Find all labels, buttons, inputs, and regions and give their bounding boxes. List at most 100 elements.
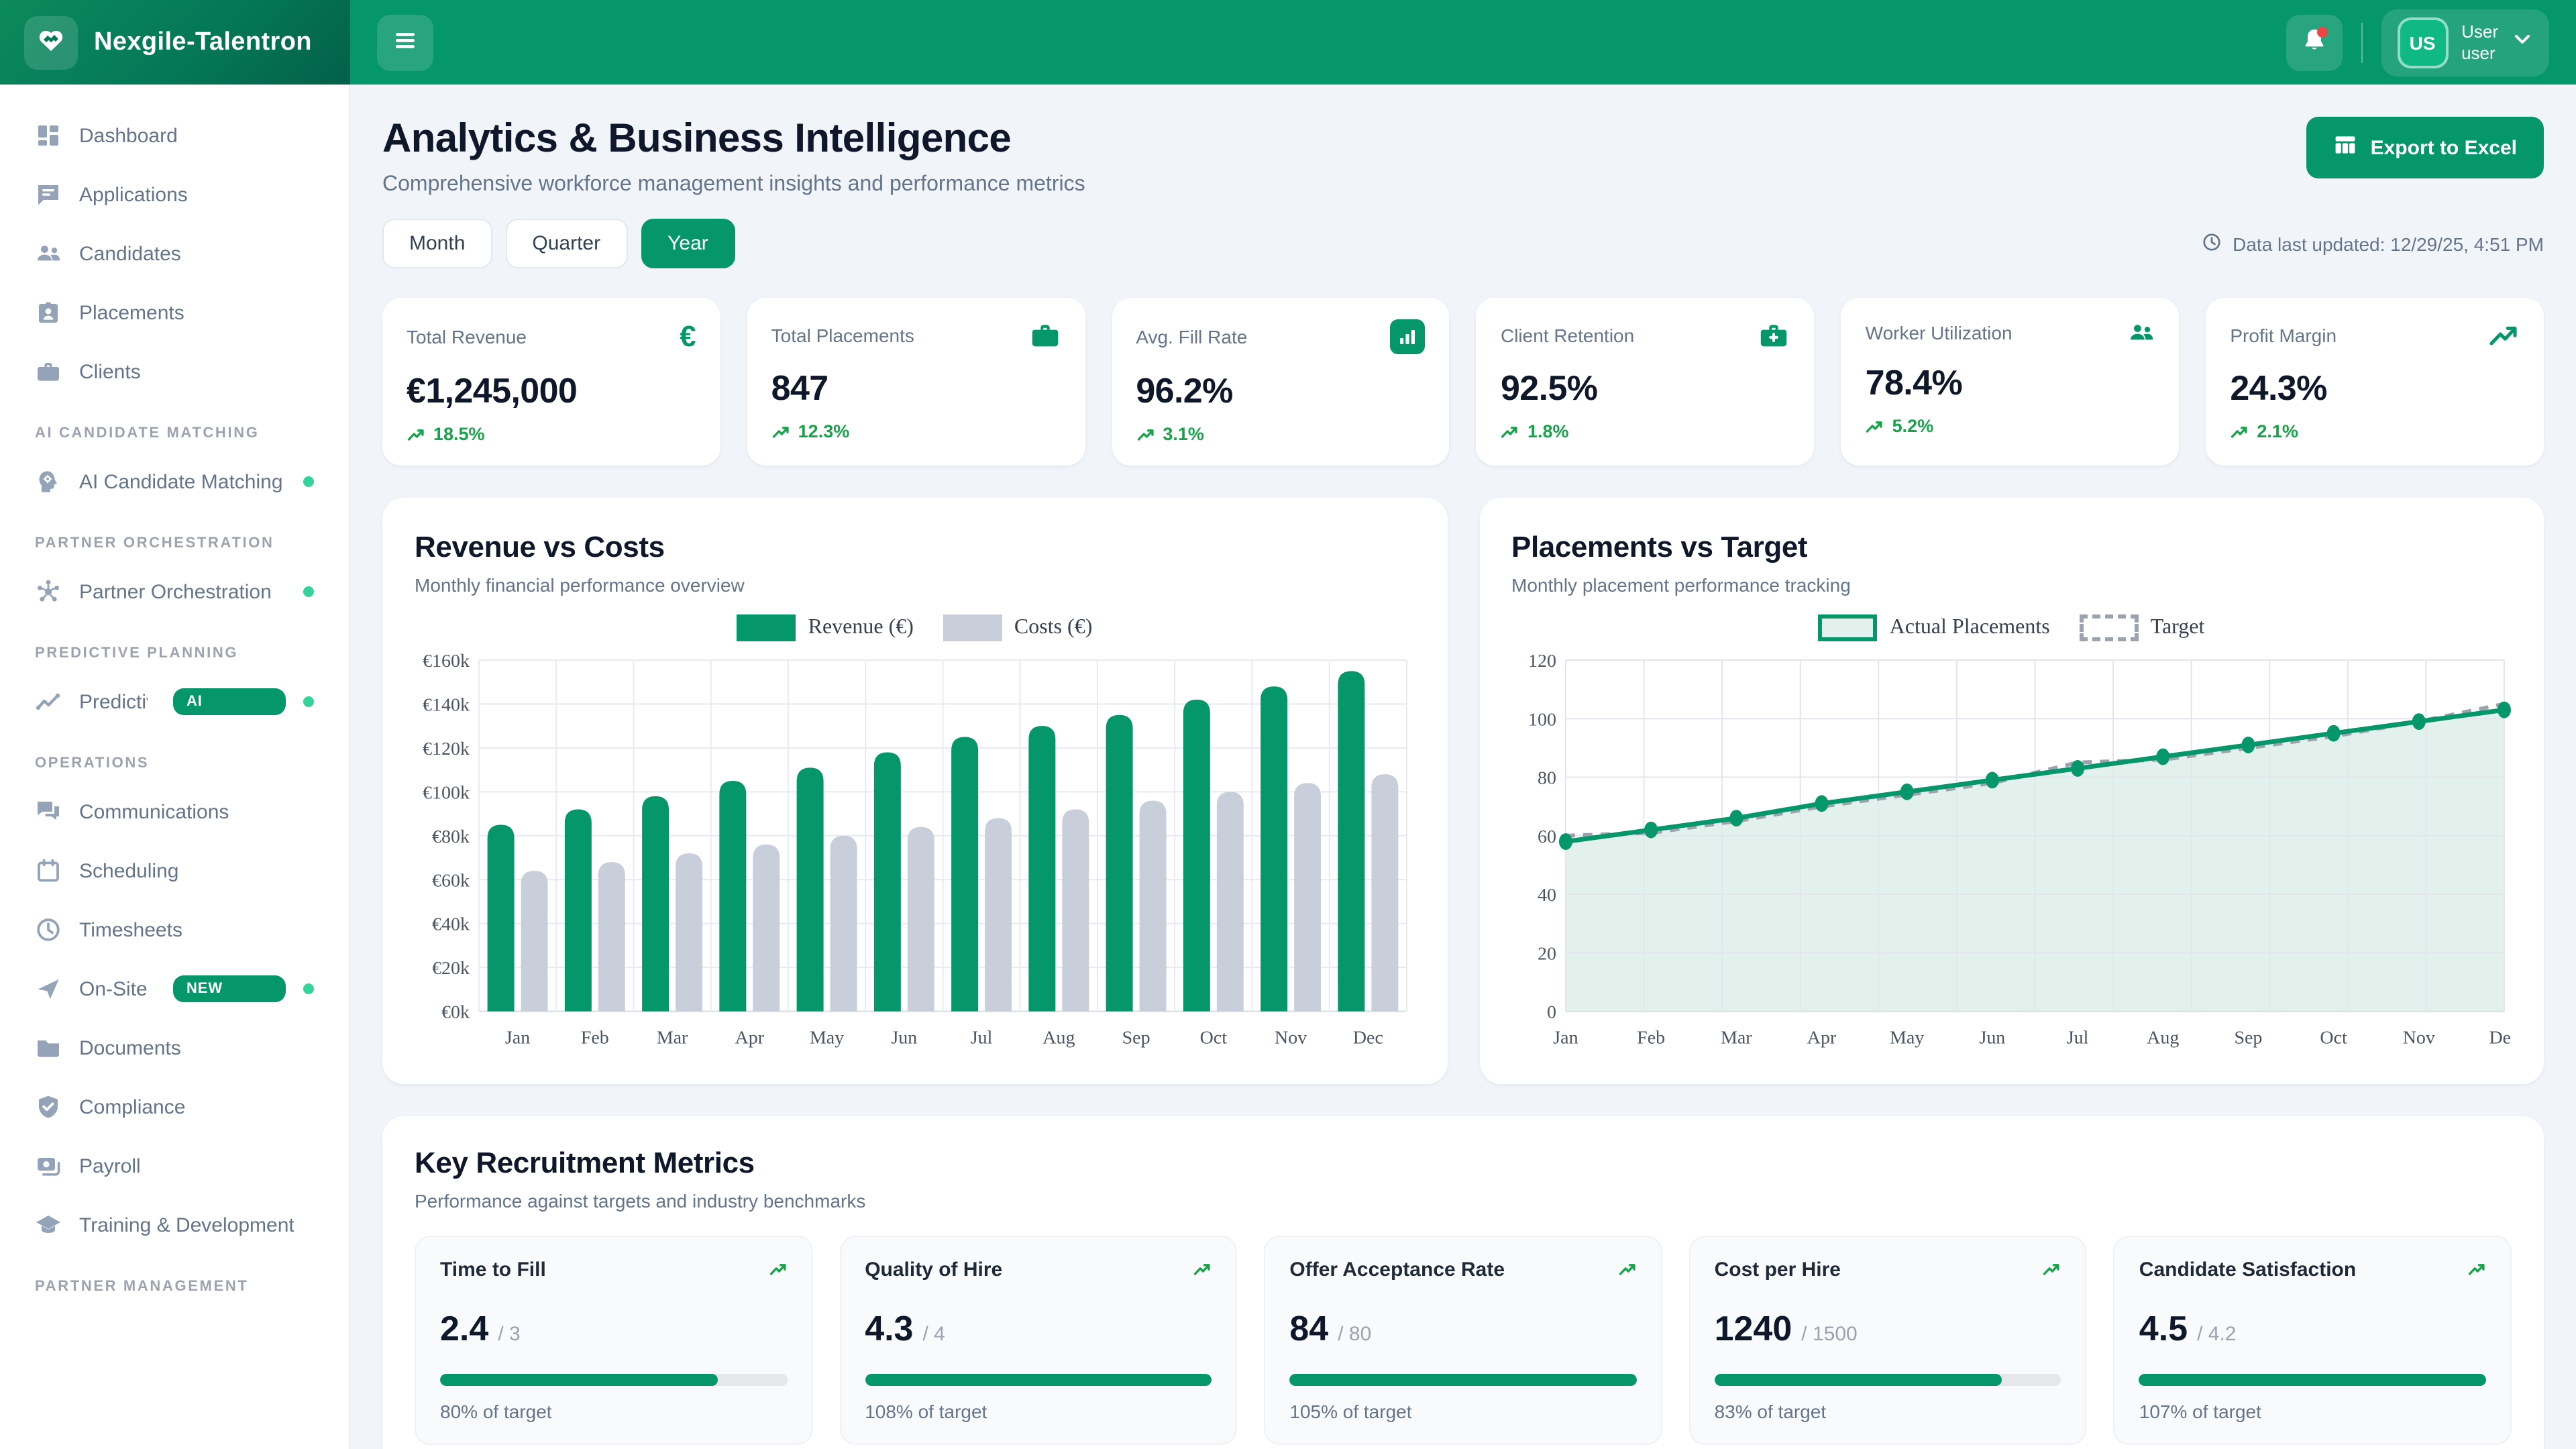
trend-up-icon xyxy=(1193,1260,1212,1279)
page-subtitle: Comprehensive workforce management insig… xyxy=(382,173,1085,197)
kpi-trend: 2.1% xyxy=(2230,421,2520,441)
handshake-logo-icon xyxy=(24,15,78,69)
status-dot xyxy=(303,586,314,597)
sidebar-item-compliance[interactable]: Compliance xyxy=(16,1080,333,1134)
metric-target: / 4 xyxy=(923,1323,945,1346)
id-badge-icon xyxy=(35,299,62,326)
metrics-grid: Time to Fill2.4/ 380% of target Quality o… xyxy=(415,1236,2512,1445)
topbar-main: US Useruser xyxy=(350,0,2576,85)
sidebar-item-on-site-ma[interactable]: On-Site MaNEW xyxy=(16,962,333,1016)
euro-icon: € xyxy=(680,319,696,354)
sidebar-item-label: Candidates xyxy=(79,242,181,265)
metric-percent-label: 80% of target xyxy=(440,1401,787,1422)
metric-card-time-to-fill: Time to Fill2.4/ 380% of target xyxy=(415,1236,812,1445)
bar-chart: €0k€20k€40k€60k€80k€100k€120k€140k€160kJ… xyxy=(415,649,1415,1052)
sidebar-item-scheduling[interactable]: Scheduling xyxy=(16,844,333,898)
svg-text:Jul: Jul xyxy=(971,1028,993,1049)
sidebar-item-label: Partner Orchestration xyxy=(79,580,272,603)
svg-text:May: May xyxy=(1889,1028,1923,1049)
kpi-label: Worker Utilization xyxy=(1866,322,2012,343)
sidebar-item-placements[interactable]: Placements xyxy=(16,286,333,339)
kpi-row: Total Revenue€€1,245,00018.5%Total Place… xyxy=(382,298,2544,466)
progress-bar xyxy=(2139,1374,2486,1386)
filter-button-year[interactable]: Year xyxy=(641,219,735,268)
sidebar-item-partner-orchestration[interactable]: Partner Orchestration xyxy=(16,565,333,619)
kpi-trend: 18.5% xyxy=(407,424,696,444)
sidebar-item-communications[interactable]: Communications xyxy=(16,785,333,839)
sidebar-item-label: Compliance xyxy=(79,1095,185,1118)
metric-target: / 4.2 xyxy=(2197,1323,2236,1346)
chart-title: Placements vs Target xyxy=(1511,530,2512,565)
sidebar-section-partner-management: PARTNER MANAGEMENT xyxy=(0,1257,349,1303)
svg-text:May: May xyxy=(810,1028,844,1049)
line-chart-legend: Actual PlacementsTarget xyxy=(1511,614,2512,641)
message-icon xyxy=(35,181,62,208)
chart-title: Revenue vs Costs xyxy=(415,530,1415,565)
kpi-value: 24.3% xyxy=(2230,368,2520,409)
metric-target: / 80 xyxy=(1338,1323,1371,1346)
revenue-vs-costs-card: Revenue vs Costs Monthly financial perfo… xyxy=(382,498,1447,1084)
sidebar-item-clients[interactable]: Clients xyxy=(16,345,333,398)
sidebar-item-applications[interactable]: Applications xyxy=(16,168,333,221)
svg-text:€40k: €40k xyxy=(432,914,470,935)
menu-toggle-button[interactable] xyxy=(377,14,433,70)
sidebar-item-label: AI Candidate Matching xyxy=(79,470,283,493)
svg-text:Oct: Oct xyxy=(1200,1028,1228,1049)
user-menu[interactable]: US Useruser xyxy=(2381,9,2549,76)
trend-up-icon xyxy=(771,422,790,441)
metric-card-quality-of-hire: Quality of Hire4.3/ 4108% of target xyxy=(839,1236,1237,1445)
clock-icon xyxy=(35,916,62,943)
sidebar-item-training-development[interactable]: Training & Development xyxy=(16,1198,333,1252)
svg-text:100: 100 xyxy=(1527,709,1556,730)
key-recruitment-metrics-card: Key Recruitment Metrics Performance agai… xyxy=(382,1116,2544,1449)
sidebar-item-ai-candidate-matching[interactable]: AI Candidate Matching xyxy=(16,455,333,508)
sidebar-item-label: Communications xyxy=(79,800,229,823)
metric-label: Quality of Hire xyxy=(865,1258,1002,1281)
trend-up-icon xyxy=(1501,422,1519,441)
bar-chart-legend: Revenue (€)Costs (€) xyxy=(415,614,1415,641)
export-to-excel-button[interactable]: Export to Excel xyxy=(2306,117,2544,178)
notification-dot xyxy=(2316,26,2327,37)
svg-text:80: 80 xyxy=(1537,768,1556,789)
calendar-icon xyxy=(35,857,62,884)
kpi-trend: 12.3% xyxy=(771,421,1061,441)
kpi-card-avg-fill-rate: Avg. Fill Rate96.2%3.1% xyxy=(1112,298,1450,466)
svg-text:120: 120 xyxy=(1527,651,1556,672)
avatar: US xyxy=(2397,17,2448,68)
sidebar-item-payroll[interactable]: Payroll xyxy=(16,1139,333,1193)
svg-text:60: 60 xyxy=(1537,826,1556,847)
sidebar-item-candidates[interactable]: Candidates xyxy=(16,227,333,280)
top-header: Nexgile-Talentron US User xyxy=(0,0,2576,85)
svg-text:€0k: €0k xyxy=(441,1002,470,1023)
trend-up-icon xyxy=(1136,425,1155,443)
kpi-value: €1,245,000 xyxy=(407,370,696,412)
filter-button-quarter[interactable]: Quarter xyxy=(505,219,627,268)
filter-button-month[interactable]: Month xyxy=(382,219,492,268)
sidebar-item-label: Placements xyxy=(79,301,184,324)
hamburger-icon xyxy=(392,27,419,58)
metric-label: Cost per Hire xyxy=(1715,1258,1841,1281)
svg-text:Feb: Feb xyxy=(581,1028,609,1049)
period-filter: MonthQuarterYear Data last updated: 12/2… xyxy=(382,219,2544,268)
status-dot xyxy=(303,476,314,487)
header-divider xyxy=(2361,22,2362,62)
brand-block: Nexgile-Talentron xyxy=(0,0,350,85)
table-icon xyxy=(2333,133,2357,162)
svg-text:Jan: Jan xyxy=(505,1028,530,1049)
notifications-button[interactable] xyxy=(2286,14,2342,70)
chat-multi-icon xyxy=(35,798,62,825)
sidebar-item-documents[interactable]: Documents xyxy=(16,1021,333,1075)
kpi-label: Client Retention xyxy=(1501,325,1634,346)
sidebar-item-timesheets[interactable]: Timesheets xyxy=(16,903,333,957)
svg-text:Jun: Jun xyxy=(891,1028,917,1049)
sidebar-item-predictive-i[interactable]: Predictive IAI xyxy=(16,675,333,729)
trend-up-icon xyxy=(1866,417,1884,435)
metric-value: 4.3 xyxy=(865,1308,913,1350)
sidebar-item-dashboard[interactable]: Dashboard xyxy=(16,109,333,162)
svg-text:€60k: €60k xyxy=(432,870,470,891)
svg-text:Mar: Mar xyxy=(1720,1028,1752,1049)
sidebar-item-label: Dashboard xyxy=(79,124,178,147)
metric-label: Time to Fill xyxy=(440,1258,546,1281)
sidebar-section-predictive-planning: PREDICTIVE PLANNING xyxy=(0,624,349,669)
metric-percent-label: 83% of target xyxy=(1715,1401,2061,1422)
